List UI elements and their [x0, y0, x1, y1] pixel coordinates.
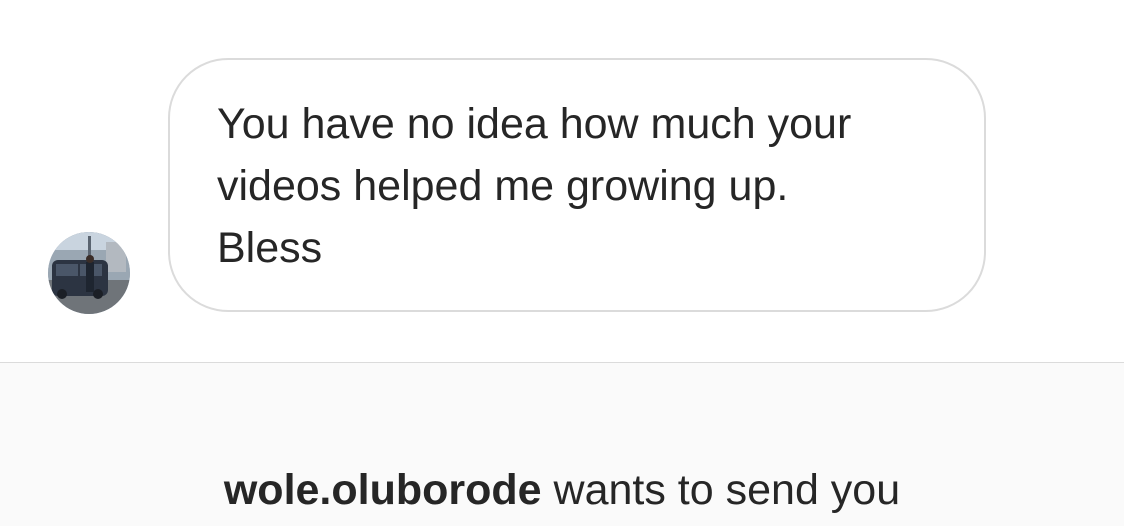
- avatar-photo-icon: [48, 232, 130, 314]
- request-username[interactable]: wole.oluborode: [224, 466, 542, 514]
- sender-avatar[interactable]: [48, 232, 130, 314]
- message-thread: You have no idea how much your videos he…: [0, 0, 1124, 362]
- message-text: You have no idea how much your videos he…: [217, 100, 852, 272]
- message-request-text: wole.oluborode wants to send you: [0, 462, 1124, 518]
- message-bubble[interactable]: You have no idea how much your videos he…: [168, 58, 986, 312]
- request-description: wants to send you: [541, 466, 901, 514]
